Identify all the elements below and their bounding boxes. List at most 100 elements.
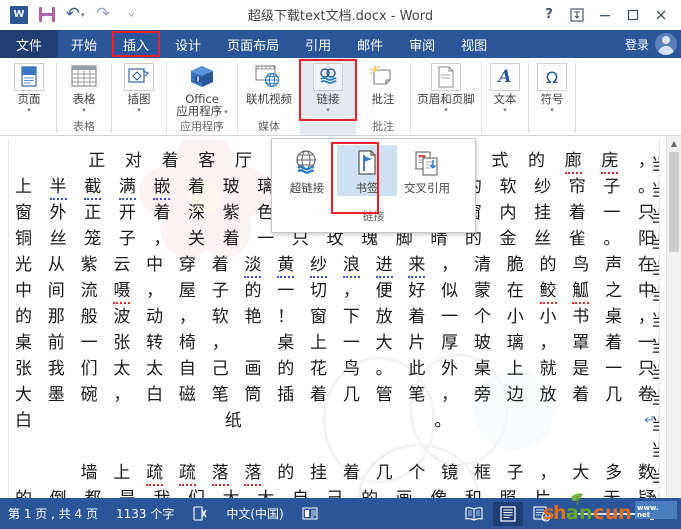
comment-icon: [368, 63, 398, 91]
links-button[interactable]: 链接 ▾: [301, 61, 355, 114]
cross-reference-item[interactable]: 交叉引用: [397, 145, 457, 196]
scrollbar-thumb[interactable]: [669, 152, 679, 252]
page-indicator[interactable]: 第 1 页 , 共 4 页: [8, 505, 98, 522]
document-char: 嵌: [153, 174, 171, 200]
document-char: 疏: [178, 460, 196, 486]
office-apps-label-line2: 应用程序: [176, 104, 223, 118]
sign-in-button[interactable]: 登录: [625, 36, 649, 53]
document-char: 子: [211, 281, 229, 301]
text-button[interactable]: A 文本 ▾: [482, 61, 528, 114]
document-char: 软: [211, 307, 229, 327]
header-footer-button[interactable]: 页眉和页脚 ▾: [411, 61, 481, 114]
links-dropdown-menu[interactable]: 超链接 书签 交叉引用 链接: [271, 138, 476, 233]
online-video-button[interactable]: 联机视频: [238, 61, 300, 105]
document-char: 片: [408, 333, 426, 353]
site-watermark-logo: s h a n c u n www. net: [543, 493, 677, 524]
links-caret-icon[interactable]: ▾: [326, 106, 330, 114]
document-char: ，: [113, 385, 131, 405]
document-char: 边: [506, 385, 524, 405]
ribbon-group-pages: 页面 ▾: [2, 58, 56, 135]
document-char: 太: [223, 486, 240, 498]
document-char: 桌: [277, 333, 295, 353]
document-char: 当: [651, 438, 659, 464]
document-char: 满: [118, 174, 136, 200]
pages-button[interactable]: 页面 ▾: [2, 61, 56, 114]
online-video-icon: [254, 63, 284, 91]
tab-page-layout[interactable]: 页面布局: [214, 30, 292, 58]
comment-button[interactable]: 批注: [356, 61, 410, 105]
document-char: 着: [188, 177, 206, 197]
clipped-right-column: 当当当当当当当当当当当当当当: [651, 152, 659, 498]
tab-home[interactable]: 开始: [58, 30, 110, 58]
save-icon[interactable]: [34, 3, 60, 27]
document-char: 自: [178, 359, 196, 379]
office-apps-button[interactable]: Office 应用程序 ▾: [167, 61, 237, 117]
document-char: 张: [15, 359, 32, 379]
document-char: 切: [310, 281, 328, 301]
document-char: 厚: [441, 333, 459, 353]
word-count[interactable]: 1133 个字: [116, 505, 174, 522]
vertical-scrollbar[interactable]: ▲: [666, 136, 681, 498]
cross-reference-icon: [409, 147, 445, 179]
document-char: 鲛: [539, 278, 557, 304]
tab-references[interactable]: 引用: [292, 30, 344, 58]
print-layout-view-button[interactable]: [493, 501, 523, 526]
document-char: 太: [146, 359, 164, 379]
avatar[interactable]: [655, 33, 677, 55]
document-char: 进: [375, 252, 393, 278]
document-char: 个: [473, 307, 491, 327]
redo-icon[interactable]: ↷: [90, 3, 116, 27]
svg-text:a: a: [566, 502, 579, 524]
undo-icon[interactable]: ↶ ▾: [62, 3, 88, 27]
close-button[interactable]: [647, 2, 675, 28]
tab-file[interactable]: 文件: [0, 30, 59, 58]
document-char: 中: [15, 281, 32, 301]
hyperlink-item[interactable]: 超链接: [277, 145, 337, 196]
illustrations-caret-icon[interactable]: ▾: [137, 106, 141, 114]
scroll-up-arrow-icon[interactable]: ▲: [667, 136, 681, 151]
office-apps-caret-icon[interactable]: ▾: [224, 108, 228, 116]
document-line: 中间流嗫，屋子的一切，便好似蒙在鲛觚之中: [9, 278, 659, 304]
document-char: 当: [651, 334, 659, 360]
maximize-button[interactable]: [619, 2, 647, 28]
links-dropdown-footer-label: 链接: [362, 210, 385, 223]
pages-caret-icon[interactable]: ▾: [27, 106, 31, 114]
document-char: 外: [441, 359, 459, 379]
header-footer-label: 页眉和页脚: [417, 92, 475, 106]
ribbon-group-symbols: Ω 符号 ▾: [529, 58, 575, 135]
symbol-button[interactable]: Ω 符号 ▾: [529, 61, 575, 114]
tab-insert[interactable]: 插入: [110, 30, 162, 58]
document-char: 中: [146, 255, 164, 275]
document-char: [52, 148, 69, 174]
document-char: 笔: [211, 385, 229, 405]
svg-text:net: net: [637, 511, 651, 519]
document-char: 来: [408, 252, 426, 278]
bookmark-item[interactable]: 书签: [337, 145, 397, 196]
table-button[interactable]: 表格 ▾: [57, 61, 111, 114]
help-button[interactable]: ?: [535, 2, 563, 28]
ribbon-display-options-button[interactable]: [563, 2, 591, 28]
read-mode-view-button[interactable]: [459, 502, 489, 526]
tab-view[interactable]: 视图: [448, 30, 500, 58]
document-char: 张: [113, 333, 131, 353]
symbol-caret-icon[interactable]: ▾: [550, 106, 554, 114]
tab-mailings[interactable]: 邮件: [344, 30, 396, 58]
page-icon: [14, 63, 44, 91]
document-char: 屋: [178, 281, 196, 301]
minimize-button[interactable]: [591, 2, 619, 28]
tab-design[interactable]: 设计: [162, 30, 214, 58]
document-char: 的: [527, 151, 545, 171]
language-indicator[interactable]: 中文(中国): [226, 505, 283, 522]
document-char: 内: [499, 203, 517, 223]
illustrations-button[interactable]: 插图 ▾: [112, 61, 166, 114]
text-caret-icon[interactable]: ▾: [503, 106, 507, 114]
macro-record-icon[interactable]: [302, 506, 318, 521]
spell-check-icon[interactable]: [192, 506, 208, 521]
tab-review[interactable]: 审阅: [396, 30, 448, 58]
header-footer-caret-icon[interactable]: ▾: [444, 106, 448, 114]
table-caret-icon[interactable]: ▾: [82, 106, 86, 114]
document-char: 廊: [564, 148, 582, 174]
document-char: 着: [568, 203, 586, 223]
document-char: [15, 148, 32, 174]
customize-qat-icon[interactable]: ⩒: [118, 3, 144, 27]
